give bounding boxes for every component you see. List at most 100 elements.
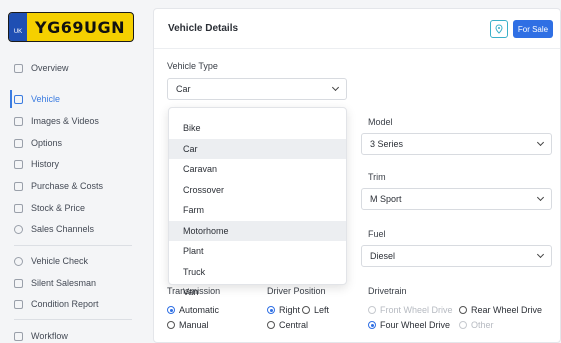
- location-pin-icon: [495, 24, 503, 34]
- receipt-icon: [14, 181, 23, 191]
- chevron-down-icon: [536, 193, 545, 202]
- drivetrain-four-radio[interactable]: Four Wheel Drive: [368, 320, 450, 330]
- active-indicator: [10, 90, 12, 108]
- fuel-label: Fuel: [368, 229, 386, 239]
- radio-unchecked-icon: [302, 306, 310, 314]
- radio-label: Central: [279, 320, 309, 330]
- sidebar-item-label: Workflow: [31, 331, 68, 341]
- drivetrain-rear-radio[interactable]: Rear Wheel Drive: [459, 305, 542, 315]
- car-icon: [14, 94, 23, 104]
- dropdown-option[interactable]: Van: [169, 282, 346, 303]
- dropdown-option[interactable]: Farm: [169, 200, 346, 221]
- sidebar: UK YG69UGN Overview Vehicle Images & Vid…: [0, 0, 144, 343]
- sidebar-item-label: Stock & Price: [31, 203, 86, 213]
- fuel-select[interactable]: Diesel: [361, 245, 552, 267]
- transmission-automatic-radio[interactable]: Automatic: [167, 305, 219, 315]
- dropdown-option-selected[interactable]: Car: [169, 138, 346, 159]
- sidebar-item-sales-channels[interactable]: Sales Channels: [14, 222, 94, 236]
- radio-unchecked-icon: [459, 321, 467, 329]
- sidebar-item-history[interactable]: History: [14, 157, 59, 171]
- sidebar-item-label: Sales Channels: [31, 224, 95, 234]
- panel-header: Vehicle Details For Sale: [154, 9, 560, 49]
- home-icon: [14, 63, 23, 73]
- radio-label: Other: [471, 320, 494, 330]
- dropdown-option[interactable]: Bike: [169, 118, 346, 139]
- sidebar-item-vehicle[interactable]: Vehicle: [14, 92, 60, 106]
- for-sale-button[interactable]: For Sale: [513, 20, 553, 38]
- sidebar-item-label: Overview: [31, 63, 69, 73]
- sidebar-item-vehicle-check[interactable]: Vehicle Check: [14, 254, 88, 268]
- sidebar-item-label: Silent Salesman: [31, 278, 97, 288]
- registration-plate: UK YG69UGN: [8, 12, 134, 42]
- sidebar-item-workflow[interactable]: Workflow: [14, 329, 68, 343]
- radio-label: Four Wheel Drive: [380, 320, 451, 330]
- broadcast-icon: [14, 224, 23, 234]
- sidebar-item-silent-salesman[interactable]: Silent Salesman: [14, 276, 96, 290]
- trim-value: M Sport: [370, 194, 402, 204]
- sidebar-item-condition-report[interactable]: Condition Report: [14, 297, 99, 311]
- workflow-icon: [14, 331, 23, 341]
- drivetrain-other-radio[interactable]: Other: [459, 320, 494, 330]
- search-icon: [14, 256, 23, 266]
- sidebar-item-purchase-costs[interactable]: Purchase & Costs: [14, 179, 103, 193]
- sidebar-item-stock-price[interactable]: Stock & Price: [14, 201, 85, 215]
- fuel-value: Diesel: [370, 251, 396, 261]
- sidebar-item-label: Condition Report: [31, 299, 99, 309]
- dropdown-option-hovered[interactable]: Motorhome: [169, 220, 346, 241]
- document-icon: [14, 278, 23, 288]
- plate-registration: YG69UGN: [35, 17, 125, 37]
- radio-label: Right: [279, 305, 301, 315]
- sidebar-item-label: Options: [31, 138, 63, 148]
- radio-unchecked-icon: [459, 306, 467, 314]
- image-icon: [14, 116, 23, 126]
- calendar-icon: [14, 159, 23, 169]
- list-icon: [14, 138, 23, 148]
- chevron-down-icon: [536, 138, 545, 147]
- drivetrain-label: Drivetrain: [368, 286, 407, 296]
- vehicle-type-label: Vehicle Type: [167, 61, 218, 71]
- radio-unchecked-icon: [267, 321, 275, 329]
- radio-label: Left: [314, 305, 330, 315]
- model-label: Model: [368, 117, 393, 127]
- sidebar-item-label: History: [31, 159, 60, 169]
- page-title: Vehicle Details: [168, 23, 239, 34]
- sidebar-item-options[interactable]: Options: [14, 136, 62, 150]
- trim-select[interactable]: M Sport: [361, 188, 552, 210]
- vehicle-type-value: Car: [176, 84, 191, 94]
- model-select[interactable]: 3 Series: [361, 133, 552, 155]
- dropdown-option[interactable]: Plant: [169, 241, 346, 262]
- radio-label: Front Wheel Drive: [380, 305, 453, 315]
- driver-position-left-radio[interactable]: Left: [302, 305, 329, 315]
- sidebar-item-label: Images & Videos: [31, 116, 99, 126]
- model-value: 3 Series: [370, 139, 404, 149]
- sidebar-item-overview[interactable]: Overview: [14, 61, 69, 75]
- dropdown-option[interactable]: Caravan: [169, 159, 346, 180]
- sidebar-item-label: Vehicle: [31, 94, 61, 104]
- drivetrain-front-radio[interactable]: Front Wheel Drive: [368, 305, 453, 315]
- location-button[interactable]: [490, 20, 508, 38]
- sidebar-item-label: Vehicle Check: [31, 256, 89, 266]
- sidebar-divider: [14, 245, 132, 246]
- driver-position-central-radio[interactable]: Central: [267, 320, 308, 330]
- dropdown-option[interactable]: Crossover: [169, 180, 346, 201]
- dropdown-option[interactable]: Truck: [169, 262, 346, 283]
- chevron-down-icon: [536, 250, 545, 259]
- radio-label: Manual: [179, 320, 209, 330]
- radio-label: Automatic: [179, 305, 220, 315]
- sidebar-item-images-videos[interactable]: Images & Videos: [14, 114, 99, 128]
- report-icon: [14, 299, 23, 309]
- trim-label: Trim: [368, 172, 386, 182]
- chevron-down-icon: [331, 83, 340, 92]
- sidebar-divider: [14, 319, 132, 320]
- radio-checked-icon: [267, 306, 275, 314]
- radio-label: Rear Wheel Drive: [471, 305, 543, 315]
- sidebar-item-label: Purchase & Costs: [31, 181, 104, 191]
- radio-checked-icon: [368, 321, 376, 329]
- radio-unchecked-icon: [368, 306, 376, 314]
- transmission-manual-radio[interactable]: Manual: [167, 320, 209, 330]
- vehicle-type-dropdown: Bike Car Caravan Crossover Farm Motorhom…: [168, 107, 347, 297]
- plate-country: UK: [9, 13, 27, 41]
- radio-unchecked-icon: [167, 321, 175, 329]
- vehicle-type-select[interactable]: Car: [167, 78, 347, 100]
- driver-position-right-radio[interactable]: Right: [267, 305, 300, 315]
